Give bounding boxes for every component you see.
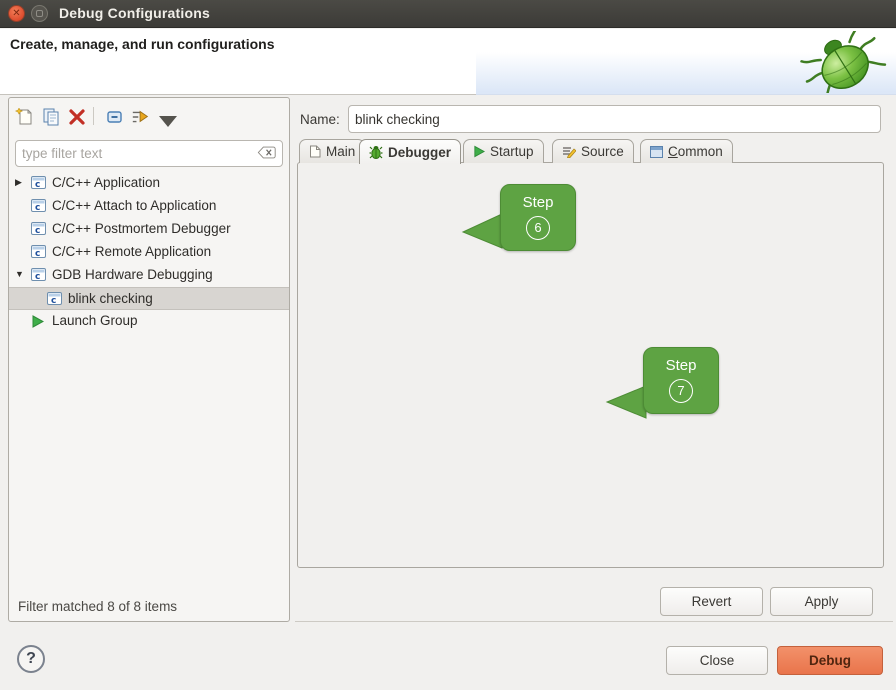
svg-text:c: c xyxy=(35,203,40,212)
c-application-icon: c xyxy=(31,222,46,235)
svg-text:c: c xyxy=(51,296,56,305)
tree-item-cpp-postmortem[interactable]: c C/C++ Postmortem Debugger xyxy=(9,218,289,241)
name-input[interactable] xyxy=(348,105,881,133)
tree-item-gdb-hardware-debugging[interactable]: ▼ c GDB Hardware Debugging xyxy=(9,264,289,287)
close-button[interactable]: Close xyxy=(666,646,768,675)
titlebar: ✕ Debug Configurations xyxy=(0,0,896,28)
configuration-tree: ▶ c C/C++ Application c C/C++ Attach to … xyxy=(9,172,289,333)
menu-dropdown-icon[interactable] xyxy=(159,112,179,132)
dialog-header: Create, manage, and run configurations xyxy=(0,29,896,95)
filter-input[interactable] xyxy=(15,140,283,167)
page-icon xyxy=(309,145,321,158)
step7-callout: Step 7 xyxy=(643,347,719,414)
expand-expanded-icon[interactable]: ▼ xyxy=(15,269,24,279)
window-icon xyxy=(650,146,663,158)
tree-item-cpp-application[interactable]: ▶ c C/C++ Application xyxy=(9,172,289,195)
svg-text:c: c xyxy=(35,180,40,189)
play-icon xyxy=(473,145,485,158)
tree-item-blink-checking[interactable]: c blink checking xyxy=(9,287,289,310)
revert-button[interactable]: Revert xyxy=(660,587,763,616)
filter-status-text: Filter matched 8 of 8 items xyxy=(18,599,177,614)
tree-item-launch-group[interactable]: Launch Group xyxy=(9,310,289,333)
toolbar-separator xyxy=(93,107,94,125)
name-label: Name: xyxy=(300,112,340,127)
apply-button[interactable]: Apply xyxy=(770,587,873,616)
tree-item-cpp-remote[interactable]: c C/C++ Remote Application xyxy=(9,241,289,264)
tree-item-cpp-attach[interactable]: c C/C++ Attach to Application xyxy=(9,195,289,218)
window-title: Debug Configurations xyxy=(59,5,210,21)
configurations-panel: ▶ c C/C++ Application c C/C++ Attach to … xyxy=(8,97,290,622)
c-application-icon: c xyxy=(31,176,46,189)
svg-text:c: c xyxy=(35,272,40,281)
tab-source[interactable]: Source xyxy=(552,139,634,163)
step6-callout-arrow xyxy=(461,208,503,252)
c-application-icon: c xyxy=(31,199,46,212)
source-icon xyxy=(562,145,576,158)
help-button[interactable]: ? xyxy=(17,645,45,673)
footer-separator xyxy=(295,621,893,622)
debugger-tab-content xyxy=(297,162,884,568)
debug-bug-icon xyxy=(369,145,383,159)
tab-common[interactable]: Common xyxy=(640,139,733,163)
step7-callout-arrow xyxy=(605,382,647,422)
close-icon[interactable]: ✕ xyxy=(8,5,25,22)
page-title: Create, manage, and run configurations xyxy=(10,36,275,52)
tab-main[interactable]: Main xyxy=(299,139,365,163)
bug-logo-icon xyxy=(796,31,888,93)
duplicate-icon[interactable] xyxy=(41,107,61,127)
svg-text:c: c xyxy=(35,249,40,258)
tab-startup[interactable]: Startup xyxy=(463,139,544,163)
clear-filter-icon[interactable] xyxy=(257,145,277,160)
c-application-icon: c xyxy=(31,245,46,258)
delete-icon[interactable] xyxy=(67,107,87,127)
tab-debugger[interactable]: Debugger xyxy=(359,139,461,164)
maximize-icon[interactable] xyxy=(31,5,48,22)
debug-button[interactable]: Debug xyxy=(777,646,883,675)
collapse-all-icon[interactable] xyxy=(105,107,125,127)
launch-group-icon xyxy=(31,315,44,328)
expand-collapsed-icon[interactable]: ▶ xyxy=(15,177,22,188)
step6-callout: Step 6 xyxy=(500,184,576,251)
new-configuration-icon[interactable] xyxy=(15,107,35,127)
filter-icon[interactable] xyxy=(131,107,151,127)
c-application-icon: c xyxy=(47,292,62,305)
debug-configurations-dialog: ✕ Debug Configurations Create, manage, a… xyxy=(0,0,896,690)
svg-text:c: c xyxy=(35,226,40,235)
c-application-icon: c xyxy=(31,268,46,281)
